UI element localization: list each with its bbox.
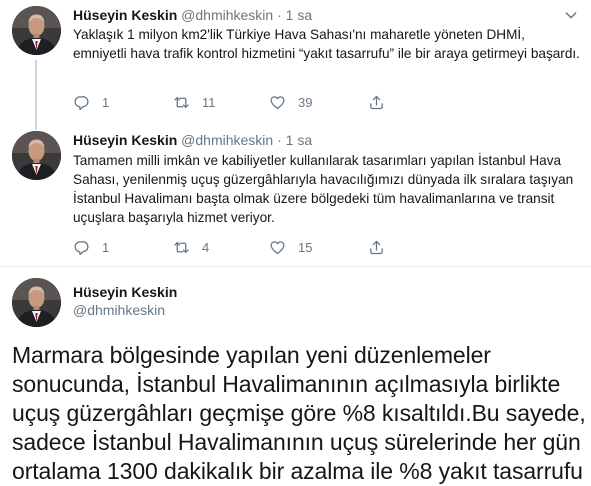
author-name[interactable]: Hüseyin Keskin (73, 7, 177, 23)
tweet-text: Tamamen milli imkân ve kabiliyetler kull… (73, 153, 574, 225)
tweet-text: Yaklaşık 1 milyon km2'lik Türkiye Hava S… (73, 27, 580, 61)
reply-count: 1 (102, 239, 110, 255)
like-count: 39 (298, 94, 313, 110)
chevron-down-icon[interactable] (563, 7, 579, 23)
reply-count: 1 (102, 94, 110, 110)
like-button[interactable]: 39 (269, 92, 312, 112)
avatar-photo (12, 131, 61, 180)
share-button[interactable] (368, 92, 385, 112)
author-name[interactable]: Hüseyin Keskin (73, 132, 177, 148)
tweet-header: Hüseyin Keskin @dhmihkeskin · 1 sa (73, 131, 312, 149)
like-button[interactable]: 15 (269, 237, 312, 257)
avatar[interactable] (12, 278, 61, 327)
share-button[interactable] (368, 237, 385, 257)
main-tweet-text: Marmara bölgesinde yapılan yeni düzenlem… (12, 342, 586, 484)
heart-icon (269, 239, 286, 256)
avatar-photo (12, 278, 61, 327)
timestamp[interactable]: 1 sa (286, 7, 312, 23)
retweet-button[interactable]: 11 (173, 92, 216, 112)
author-handle[interactable]: @dhmihkeskin (181, 132, 273, 148)
separator-dot: · (277, 132, 282, 148)
share-icon (368, 94, 385, 111)
retweet-icon (173, 239, 190, 256)
avatar[interactable] (12, 6, 61, 55)
author-handle[interactable]: @dhmihkeskin (73, 302, 165, 318)
like-count: 15 (298, 239, 313, 255)
reply-button[interactable]: 1 (73, 237, 109, 257)
retweet-count: 11 (202, 94, 216, 110)
retweet-count: 4 (202, 239, 210, 255)
thread-line (35, 60, 37, 130)
tweet-actions: 1 4 15 (73, 237, 393, 257)
author-name[interactable]: Hüseyin Keskin (73, 284, 177, 300)
timestamp[interactable]: 1 sa (286, 132, 312, 148)
separator-dot: · (277, 7, 282, 23)
share-icon (368, 239, 385, 256)
avatar[interactable] (12, 131, 61, 180)
reply-icon (73, 239, 90, 256)
avatar-photo (12, 6, 61, 55)
retweet-button[interactable]: 4 (173, 237, 209, 257)
reply-button[interactable]: 1 (73, 92, 109, 112)
author-handle[interactable]: @dhmihkeskin (181, 7, 273, 23)
reply-icon (73, 94, 90, 111)
heart-icon (269, 94, 286, 111)
tweet-divider (0, 266, 591, 267)
retweet-icon (173, 94, 190, 111)
tweet-header: Hüseyin Keskin @dhmihkeskin · 1 sa (73, 6, 312, 24)
tweet-actions: 1 11 39 (73, 92, 393, 112)
